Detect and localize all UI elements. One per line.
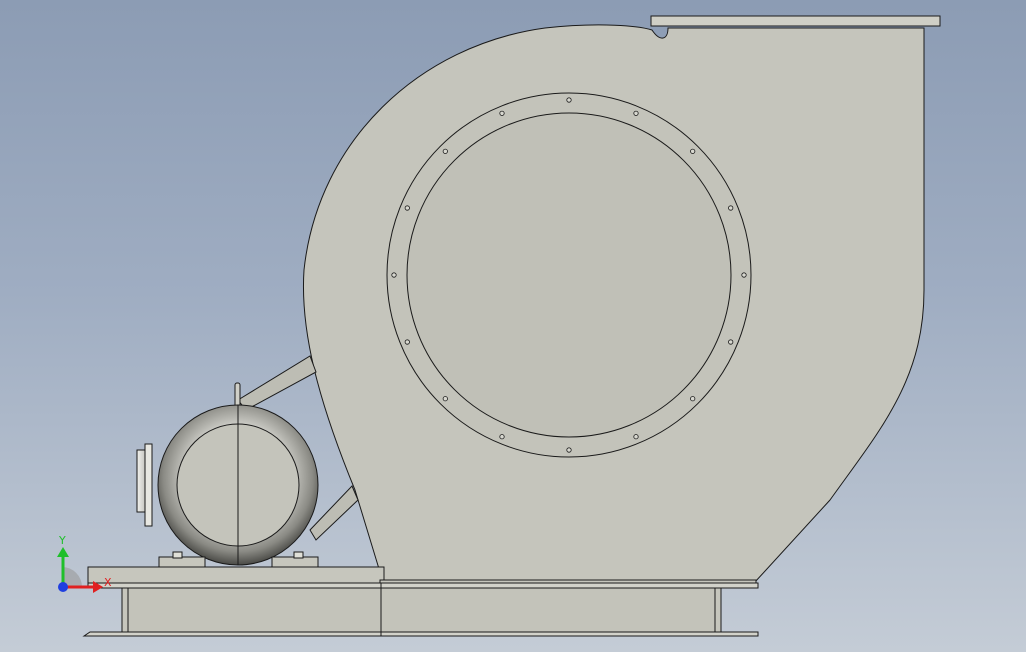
motor-bolt-left[interactable]	[172, 551, 183, 559]
flange-bolt-hole	[728, 339, 734, 345]
y-axis-arrowhead	[57, 547, 69, 557]
flange-bolt-hole	[690, 148, 696, 154]
flange-bolt-hole	[633, 110, 639, 116]
motor-end-plate[interactable]	[144, 443, 153, 527]
flange-bolt-hole	[566, 97, 572, 103]
inlet-opening[interactable]	[406, 112, 732, 438]
base-frame-web[interactable]	[127, 587, 716, 633]
cad-viewport[interactable]: Y X	[0, 0, 1026, 652]
flange-bolt-hole	[741, 272, 747, 278]
motor-bolt-right[interactable]	[293, 551, 304, 559]
motor-base-plate[interactable]	[87, 566, 385, 584]
base-frame-right-leg[interactable]	[714, 587, 722, 633]
base-bottom-flange[interactable]	[82, 631, 759, 637]
fan-model-drawing[interactable]: Y X	[0, 0, 1026, 652]
motor-lifting-eye[interactable]	[234, 382, 241, 409]
flange-bolt-hole	[499, 434, 505, 440]
flange-bolt-hole	[442, 396, 448, 402]
flange-bolt-hole	[728, 205, 734, 211]
y-axis-label: Y	[58, 534, 66, 547]
flange-bolt-hole	[391, 272, 397, 278]
flange-bolt-hole	[566, 447, 572, 453]
coordinate-triad[interactable]: Y X	[57, 534, 112, 593]
z-axis-origin	[58, 582, 68, 592]
flange-bolt-hole	[442, 148, 448, 154]
belt-upper[interactable]	[237, 355, 317, 411]
base-top-flange[interactable]	[87, 582, 759, 589]
x-axis-label: X	[104, 576, 112, 589]
flange-bolt-hole	[404, 339, 410, 345]
base-frame-left-leg[interactable]	[121, 587, 129, 633]
flange-bolt-hole	[633, 434, 639, 440]
flange-bolt-hole	[404, 205, 410, 211]
flange-bolt-hole	[690, 396, 696, 402]
flange-bolt-hole	[499, 110, 505, 116]
outlet-flange[interactable]	[650, 15, 941, 27]
